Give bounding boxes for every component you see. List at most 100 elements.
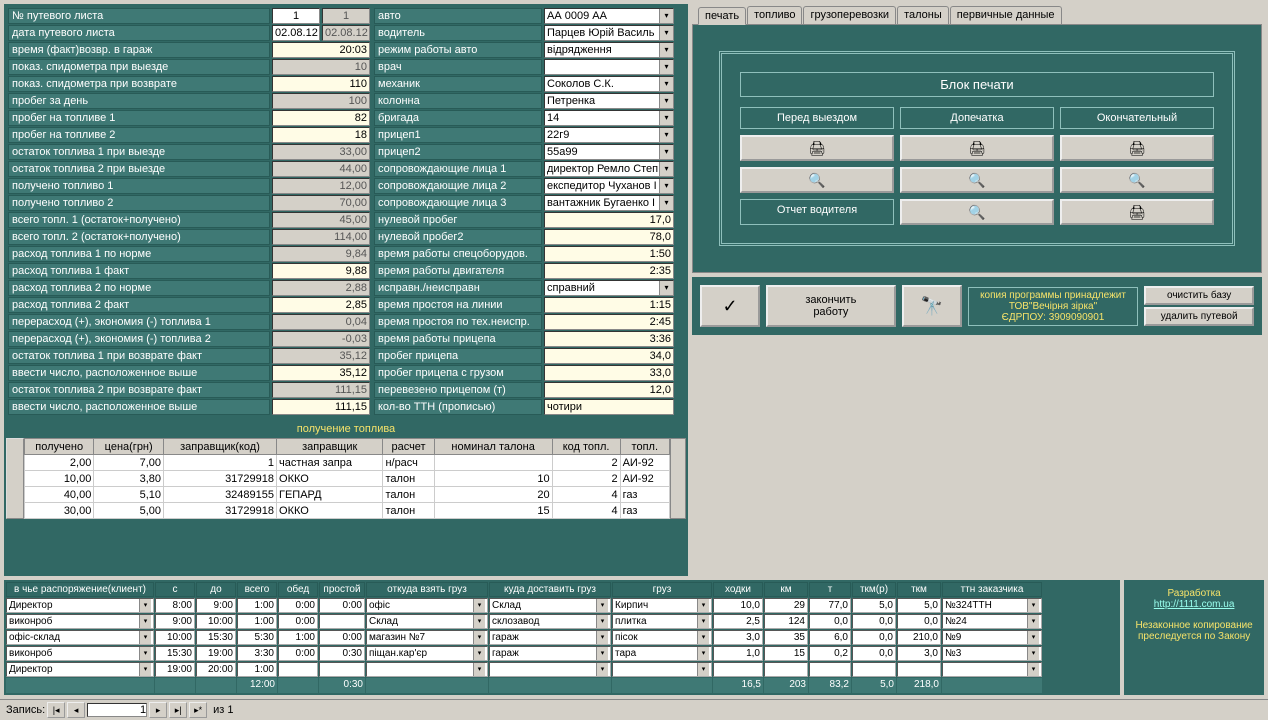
binoculars-button[interactable]: 🔭 <box>902 285 962 327</box>
nav-next[interactable]: ▸ <box>149 702 167 718</box>
dispatch-cell[interactable] <box>852 662 896 677</box>
fuel-grid[interactable]: полученоцена(грн)заправщик(код)заправщик… <box>24 438 670 519</box>
dispatch-cell[interactable]: офіс-склад▾ <box>6 630 154 645</box>
select-field[interactable]: Петренка▾ <box>544 93 674 109</box>
chevron-down-icon[interactable]: ▾ <box>139 647 151 660</box>
dispatch-cell[interactable]: Кирпич▾ <box>612 598 712 613</box>
driver-report-preview[interactable]: 🔍 <box>900 199 1054 225</box>
fuel-cell[interactable]: 2 <box>552 471 620 487</box>
dispatch-cell[interactable]: тара▾ <box>612 646 712 661</box>
dispatch-cell[interactable]: 10:00 <box>196 614 236 629</box>
dispatch-cell[interactable]: 1:00 <box>237 598 277 613</box>
dispatch-cell[interactable]: гараж▾ <box>489 630 611 645</box>
chevron-down-icon[interactable]: ▾ <box>659 9 673 23</box>
dispatch-cell[interactable]: 19:00 <box>196 646 236 661</box>
field-value[interactable]: 1:15 <box>544 297 674 313</box>
dispatch-cell[interactable]: 5,0 <box>897 598 941 613</box>
chevron-down-icon[interactable]: ▾ <box>1027 615 1039 628</box>
dispatch-cell[interactable]: 9:00 <box>196 598 236 613</box>
dispatch-cell[interactable]: 0,0 <box>852 614 896 629</box>
chevron-down-icon[interactable]: ▾ <box>659 43 673 57</box>
dispatch-cell[interactable]: 10,0 <box>713 598 763 613</box>
dispatch-cell[interactable]: пісок▾ <box>612 630 712 645</box>
field-value[interactable]: 82 <box>272 110 370 126</box>
dispatch-cell[interactable]: 0:00 <box>278 614 318 629</box>
dispatch-cell[interactable]: 6,0 <box>809 630 851 645</box>
nav-prev[interactable]: ◂ <box>67 702 85 718</box>
dispatch-cell[interactable]: 8:00 <box>155 598 195 613</box>
chevron-down-icon[interactable]: ▾ <box>659 128 673 142</box>
dispatch-cell[interactable]: виконроб▾ <box>6 614 154 629</box>
fuel-cell[interactable]: 3,80 <box>94 471 164 487</box>
field-value[interactable]: 2:35 <box>544 263 674 279</box>
tab-первичные данные[interactable]: первичные данные <box>950 6 1062 24</box>
preview-button-doprint[interactable]: 🔍 <box>900 167 1054 193</box>
field-value[interactable]: 20:03 <box>272 42 370 58</box>
chevron-down-icon[interactable]: ▾ <box>1027 663 1039 676</box>
fuel-cell[interactable]: н/расч <box>383 455 434 471</box>
dispatch-cell[interactable]: гараж▾ <box>489 646 611 661</box>
select-field[interactable]: відрядження▾ <box>544 42 674 58</box>
fuel-cell[interactable]: 5,10 <box>94 487 164 503</box>
dispatch-cell[interactable]: №3▾ <box>942 646 1042 661</box>
dispatch-cell[interactable]: 210,0 <box>897 630 941 645</box>
fuel-cell[interactable]: 32489155 <box>164 487 277 503</box>
fuel-cell[interactable]: талон <box>383 503 434 519</box>
fuel-cell[interactable]: 15 <box>434 503 552 519</box>
dispatch-cell[interactable]: 5,0 <box>852 598 896 613</box>
chevron-down-icon[interactable]: ▾ <box>659 196 673 210</box>
chevron-down-icon[interactable]: ▾ <box>1027 647 1039 660</box>
chevron-down-icon[interactable]: ▾ <box>139 615 151 628</box>
field-value[interactable]: 17,0 <box>544 212 674 228</box>
select-field[interactable]: вантажник Бугаенко І▾ <box>544 195 674 211</box>
fuel-cell[interactable]: 31729918 <box>164 503 277 519</box>
preview-button-before[interactable]: 🔍 <box>740 167 894 193</box>
fuel-cell[interactable]: 7,00 <box>94 455 164 471</box>
chevron-down-icon[interactable]: ▾ <box>596 663 608 676</box>
chevron-down-icon[interactable]: ▾ <box>659 281 673 295</box>
preview-button-final[interactable]: 🔍 <box>1060 167 1214 193</box>
dispatch-cell[interactable]: офіс▾ <box>366 598 488 613</box>
fuel-cell[interactable]: 2 <box>552 455 620 471</box>
select-field[interactable]: ▾ <box>544 59 674 75</box>
field-value[interactable]: 9,88 <box>272 263 370 279</box>
dispatch-cell[interactable]: 0,2 <box>809 646 851 661</box>
chevron-down-icon[interactable]: ▾ <box>473 631 485 644</box>
fuel-cell[interactable]: ГЕПАРД <box>277 487 383 503</box>
tab-топливо[interactable]: топливо <box>747 6 802 24</box>
dispatch-cell[interactable]: піщан.кар'єр▾ <box>366 646 488 661</box>
dispatch-cell[interactable]: №9▾ <box>942 630 1042 645</box>
dispatch-cell[interactable]: Директор▾ <box>6 598 154 613</box>
field-value[interactable]: 111,15 <box>272 399 370 415</box>
chevron-down-icon[interactable]: ▾ <box>596 615 608 628</box>
chevron-down-icon[interactable]: ▾ <box>697 599 709 612</box>
chevron-down-icon[interactable]: ▾ <box>473 615 485 628</box>
dispatch-cell[interactable]: 1,0 <box>713 646 763 661</box>
fuel-cell[interactable]: 10 <box>434 471 552 487</box>
dispatch-cell[interactable]: ▾ <box>489 662 611 677</box>
fuel-cell[interactable]: 30,00 <box>25 503 94 519</box>
fuel-cell[interactable] <box>434 455 552 471</box>
chevron-down-icon[interactable]: ▾ <box>596 647 608 660</box>
dispatch-cell[interactable]: 35 <box>764 630 808 645</box>
field-value[interactable]: 1 <box>272 8 320 24</box>
field-value[interactable]: чотири <box>544 399 674 415</box>
chevron-down-icon[interactable]: ▾ <box>139 663 151 676</box>
dispatch-cell[interactable]: 0:30 <box>319 646 365 661</box>
chevron-down-icon[interactable]: ▾ <box>697 647 709 660</box>
chevron-down-icon[interactable]: ▾ <box>659 26 673 40</box>
dispatch-cell[interactable]: Склад▾ <box>366 614 488 629</box>
chevron-down-icon[interactable]: ▾ <box>697 631 709 644</box>
field-value[interactable]: 1:50 <box>544 246 674 262</box>
nav-first[interactable]: |◂ <box>47 702 65 718</box>
fuel-cell[interactable]: 1 <box>164 455 277 471</box>
dispatch-cell[interactable]: Склад▾ <box>489 598 611 613</box>
fuel-cell[interactable]: 40,00 <box>25 487 94 503</box>
dispatch-cell[interactable]: виконроб▾ <box>6 646 154 661</box>
credits-link[interactable]: http://1111.com.ua <box>1154 599 1235 610</box>
field-value[interactable]: 34,0 <box>544 348 674 364</box>
dispatch-cell[interactable]: склозавод▾ <box>489 614 611 629</box>
dispatch-cell[interactable]: 10:00 <box>155 630 195 645</box>
fuel-cell[interactable]: газ <box>620 503 669 519</box>
select-field[interactable]: 55а99▾ <box>544 144 674 160</box>
